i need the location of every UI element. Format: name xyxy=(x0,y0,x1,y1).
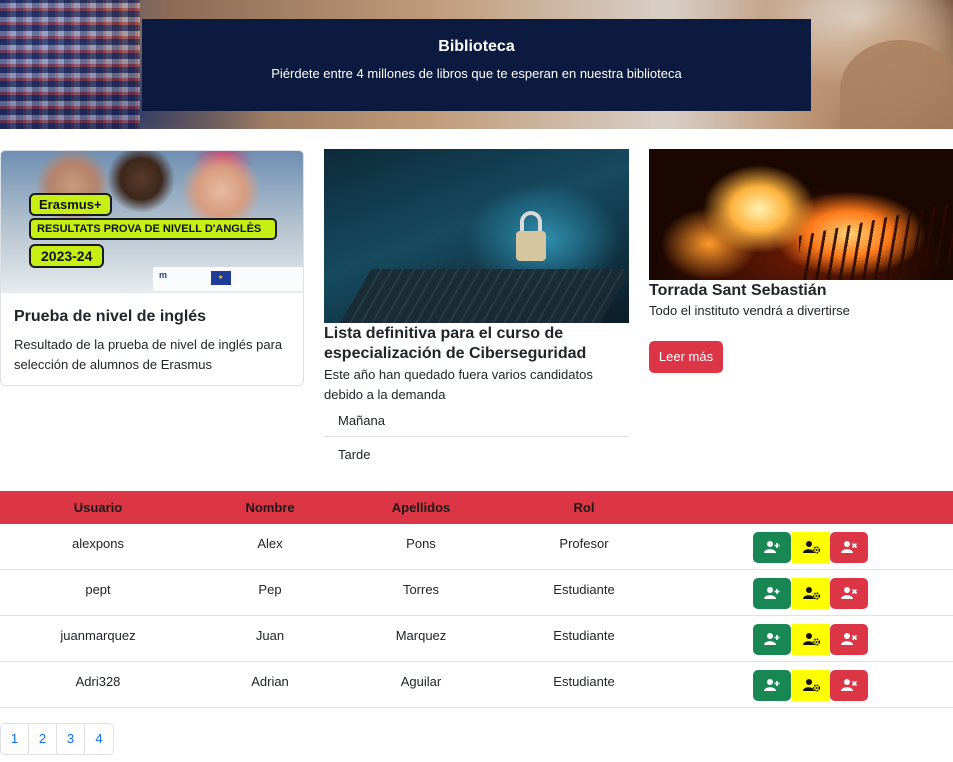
person-plus-icon xyxy=(764,679,780,691)
erasmus-year: 2023-24 xyxy=(29,244,105,268)
column-header-usuario: Usuario xyxy=(73,500,123,515)
column-header-nombre: Nombre xyxy=(245,500,295,515)
card-text: Este año han quedado fuera varios candid… xyxy=(324,367,593,402)
column-header-rol: Rol xyxy=(573,500,595,515)
card-title: Lista definitiva para el curso de especi… xyxy=(324,325,587,362)
person-gear-icon xyxy=(803,587,820,600)
add-user-button[interactable] xyxy=(753,578,791,609)
person-plus-icon xyxy=(764,587,780,599)
person-x-icon xyxy=(841,633,858,645)
row-actions xyxy=(753,532,870,563)
edit-user-button[interactable] xyxy=(792,624,830,655)
cybersecurity-card-image xyxy=(324,149,629,323)
cell-apellidos: Pons xyxy=(406,536,436,551)
table-row: pept Pep Torres Estudiante xyxy=(0,570,953,616)
delete-user-button[interactable] xyxy=(830,532,868,563)
table-row: juanmarquez Juan Marquez Estudiante xyxy=(0,616,953,662)
table-row: Adri328 Adrian Aguilar Estudiante xyxy=(0,662,953,708)
hero-banner: Biblioteca Piérdete entre 4 millones de … xyxy=(0,0,953,129)
cell-apellidos: Aguilar xyxy=(400,674,442,689)
cell-nombre: Pep xyxy=(258,582,282,597)
table-header: Usuario Nombre Apellidos Rol xyxy=(0,491,953,524)
padlock-icon xyxy=(516,231,546,261)
cell-usuario: alexpons xyxy=(71,536,125,551)
list-item: Mañana xyxy=(338,413,385,428)
page-link-2[interactable]: 2 xyxy=(29,724,57,754)
hero-caption: Biblioteca Piérdete entre 4 millones de … xyxy=(142,19,811,111)
list-divider xyxy=(324,436,629,437)
page-link-1[interactable]: 1 xyxy=(1,724,29,754)
list-item: Tarde xyxy=(338,447,371,462)
person-x-icon xyxy=(841,679,858,691)
edit-user-button[interactable] xyxy=(792,532,830,563)
add-user-button[interactable] xyxy=(753,532,791,563)
person-plus-icon xyxy=(764,633,780,645)
card-title: Prueba de nivel de inglés xyxy=(14,308,207,325)
delete-user-button[interactable] xyxy=(830,670,868,701)
row-actions xyxy=(753,670,870,701)
page-link-4[interactable]: 4 xyxy=(85,724,113,754)
erasmus-banner: RESULTATS PROVA DE NIVELL D'ANGLÈS xyxy=(29,218,277,240)
news-card-erasmus: Erasmus+ RESULTATS PROVA DE NIVELL D'ANG… xyxy=(0,150,304,386)
person-plus-icon xyxy=(764,541,780,553)
person-gear-icon xyxy=(803,679,820,692)
delete-user-button[interactable] xyxy=(830,578,868,609)
cell-rol: Estudiante xyxy=(553,674,615,689)
eu-logos: m ★ xyxy=(153,267,303,291)
eu-flag-icon: ★ xyxy=(211,271,231,285)
cell-rol: Profesor xyxy=(559,536,609,551)
cell-apellidos: Torres xyxy=(402,582,440,597)
card-text: Resultado de la prueba de nivel de inglé… xyxy=(14,337,283,372)
row-actions xyxy=(753,578,870,609)
news-card-ciberseguridad: Lista definitiva para el curso de especi… xyxy=(324,149,629,469)
grill-bars xyxy=(799,201,953,280)
cell-nombre: Juan xyxy=(255,628,285,643)
add-user-button[interactable] xyxy=(753,670,791,701)
cell-usuario: Adri328 xyxy=(75,674,121,689)
person-x-icon xyxy=(841,587,858,599)
school-logo: m xyxy=(159,270,168,280)
read-more-button[interactable]: Leer más xyxy=(649,341,723,373)
person-x-icon xyxy=(841,541,858,553)
hero-image-person-left xyxy=(0,0,140,129)
cell-nombre: Alex xyxy=(257,536,283,551)
card-text: Todo el instituto vendrá a divertirse xyxy=(649,303,850,318)
pagination: 1 2 3 4 xyxy=(0,723,114,755)
person-gear-icon xyxy=(803,633,820,646)
card-title: Torrada Sant Sebastián xyxy=(649,282,827,299)
cell-rol: Estudiante xyxy=(553,628,615,643)
add-user-button[interactable] xyxy=(753,624,791,655)
row-actions xyxy=(753,624,870,655)
page-link-3[interactable]: 3 xyxy=(57,724,85,754)
erasmus-tag: Erasmus+ xyxy=(29,193,112,216)
news-card-torrada: Torrada Sant Sebastián Todo el instituto… xyxy=(649,149,953,379)
cell-rol: Estudiante xyxy=(553,582,615,597)
hero-subtitle: Piérdete entre 4 millones de libros que … xyxy=(271,66,682,81)
edit-user-button[interactable] xyxy=(792,578,830,609)
cell-apellidos: Marquez xyxy=(395,628,447,643)
column-header-apellidos: Apellidos xyxy=(391,500,451,515)
cell-usuario: juanmarquez xyxy=(60,628,136,643)
hero-title: Biblioteca xyxy=(438,38,515,55)
delete-user-button[interactable] xyxy=(830,624,868,655)
fire-card-image xyxy=(649,149,953,280)
edit-user-button[interactable] xyxy=(792,670,830,701)
cell-usuario: pept xyxy=(85,582,111,597)
person-gear-icon xyxy=(803,541,820,554)
table-row: alexpons Alex Pons Profesor xyxy=(0,524,953,570)
erasmus-card-image: Erasmus+ RESULTATS PROVA DE NIVELL D'ANG… xyxy=(1,151,303,293)
hero-image-person-right xyxy=(840,40,953,129)
cell-nombre: Adrian xyxy=(251,674,289,689)
laptop-keyboard xyxy=(336,269,629,323)
